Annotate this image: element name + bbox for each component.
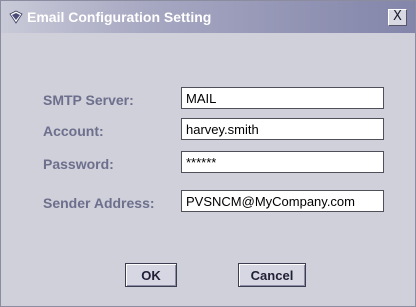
sender-address-input[interactable] <box>181 190 384 212</box>
cancel-button[interactable]: Cancel <box>238 263 306 287</box>
smtp-server-label: SMTP Server: <box>43 92 134 108</box>
close-button[interactable]: X <box>388 9 407 26</box>
password-label: Password: <box>43 156 114 172</box>
account-label: Account: <box>43 123 104 139</box>
shield-logo-icon <box>9 10 23 24</box>
password-input[interactable] <box>181 151 384 173</box>
email-config-dialog: Email Configuration Setting X SMTP Serve… <box>0 0 416 307</box>
title-bar[interactable]: Email Configuration Setting X <box>1 1 415 33</box>
dialog-title: Email Configuration Setting <box>27 9 212 25</box>
sender-address-label: Sender Address: <box>43 195 155 211</box>
account-input[interactable] <box>181 118 384 140</box>
ok-button[interactable]: OK <box>125 263 177 287</box>
smtp-server-input[interactable] <box>181 87 384 109</box>
